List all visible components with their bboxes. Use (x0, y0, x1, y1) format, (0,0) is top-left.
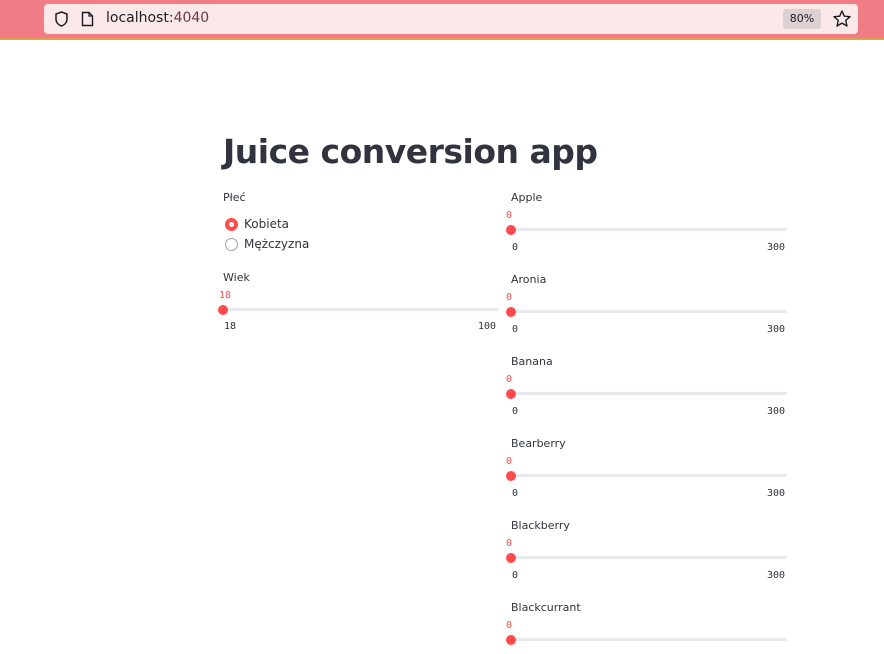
juice-current-value: 0 (506, 538, 513, 549)
radio-mezczyzna[interactable] (225, 238, 238, 251)
juice-current-value: 0 (506, 456, 513, 467)
juice-current-value: 0 (506, 292, 513, 303)
bookmark-star-icon[interactable] (832, 9, 852, 29)
juice-min-label: 0 (512, 324, 519, 335)
juice-max-label: 300 (767, 488, 786, 499)
gender-label: Płeć (223, 191, 246, 204)
page-title: Juice conversion app (223, 132, 598, 171)
juice-label: Aronia (511, 273, 547, 286)
zoom-level-button[interactable]: 80% (783, 9, 821, 29)
address-bar[interactable]: localhost:4040 80% (44, 4, 858, 34)
url-text[interactable]: localhost:4040 (106, 10, 209, 26)
juice-slider-track[interactable] (511, 556, 787, 559)
juice-slider-thumb[interactable] (506, 553, 516, 563)
browser-toolbar: localhost:4040 80% (0, 0, 884, 40)
juice-slider-track[interactable] (511, 474, 787, 477)
juice-min-label: 0 (512, 570, 519, 581)
juice-min-label: 0 (512, 406, 519, 417)
juice-slider-track[interactable] (511, 638, 787, 641)
juice-label: Banana (511, 355, 553, 368)
juice-max-label: 300 (767, 570, 786, 581)
age-label: Wiek (223, 271, 250, 284)
juice-label: Blackberry (511, 519, 570, 532)
juice-current-value: 0 (506, 620, 513, 631)
age-min-label: 18 (224, 321, 237, 332)
juice-slider-track[interactable] (511, 310, 787, 313)
age-current-value: 18 (219, 290, 232, 301)
juice-label: Apple (511, 191, 543, 204)
juice-max-label: 300 (767, 406, 786, 417)
juice-slider-thumb[interactable] (506, 225, 516, 235)
juice-min-label: 0 (512, 242, 519, 253)
juice-slider-thumb[interactable] (506, 389, 516, 399)
radio-kobieta[interactable] (225, 218, 238, 231)
juice-current-value: 0 (506, 374, 513, 385)
juice-slider-thumb[interactable] (506, 471, 516, 481)
juice-slider-track[interactable] (511, 228, 787, 231)
juice-current-value: 0 (506, 210, 513, 221)
juice-min-label: 0 (512, 488, 519, 499)
juice-label: Bearberry (511, 437, 566, 450)
juice-slider-thumb[interactable] (506, 307, 516, 317)
juice-max-label: 300 (767, 242, 786, 253)
juice-label: Blackcurrant (511, 601, 581, 614)
juice-slider-track[interactable] (511, 392, 787, 395)
shield-icon[interactable] (54, 11, 69, 27)
radio-kobieta-label[interactable]: Kobieta (244, 217, 289, 231)
age-slider-thumb[interactable] (218, 305, 228, 315)
juice-max-label: 300 (767, 324, 786, 335)
age-max-label: 100 (478, 321, 497, 332)
juice-slider-thumb[interactable] (506, 635, 516, 645)
page-icon (81, 11, 94, 27)
age-slider-track[interactable] (223, 308, 498, 311)
radio-mezczyzna-label[interactable]: Mężczyzna (244, 237, 309, 251)
